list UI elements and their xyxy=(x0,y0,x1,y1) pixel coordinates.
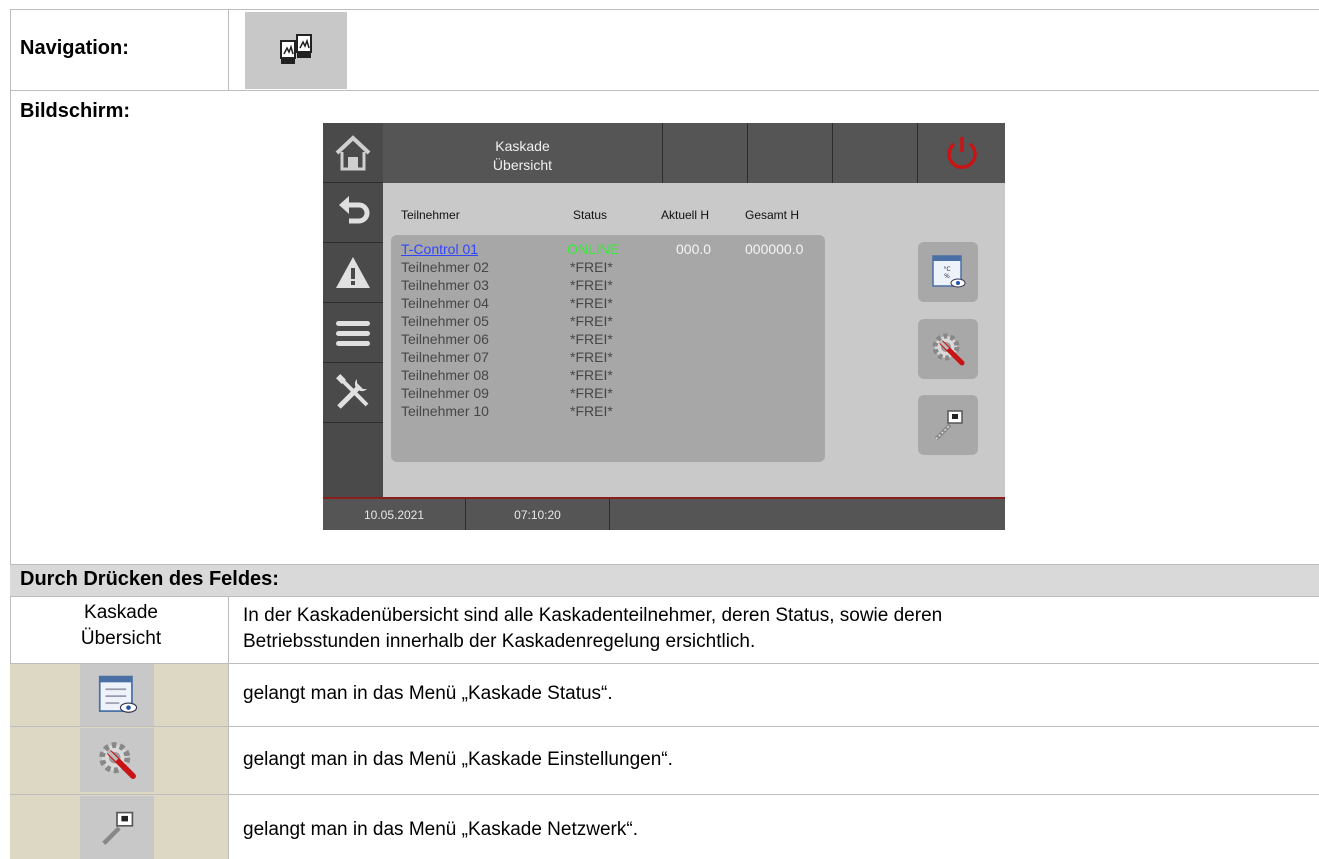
participant-total-hours: 000000.0 xyxy=(745,241,804,257)
participant-status: *FREI* xyxy=(570,259,613,275)
time-display: 07:10:20 xyxy=(466,499,610,530)
network-description: gelangt man in das Menü „Kaskade Netzwer… xyxy=(243,819,638,840)
column-header-participant: Teilnehmer xyxy=(401,208,460,222)
menu-button[interactable] xyxy=(323,303,383,363)
settings-tools-icon xyxy=(99,742,136,779)
power-button[interactable] xyxy=(918,123,1005,183)
status-view-icon: °C % xyxy=(932,255,966,288)
column-header-current: Aktuell H xyxy=(661,208,710,222)
network-icon xyxy=(934,410,963,441)
home-button[interactable] xyxy=(323,123,383,183)
table-border xyxy=(10,9,1319,10)
screen-title-button[interactable]: Kaskade Übersicht xyxy=(383,123,663,183)
back-button[interactable] xyxy=(323,183,383,243)
participant-name: Teilnehmer 09 xyxy=(401,385,489,401)
participant-current-hours: 000.0 xyxy=(676,241,712,257)
overview-description-line2: Betriebsstunden innerhalb der Kaskadenre… xyxy=(243,631,756,652)
participant-status: *FREI* xyxy=(570,403,613,419)
participant-row[interactable]: Teilnehmer 05 *FREI* xyxy=(391,313,825,330)
device-sidebar xyxy=(323,123,383,503)
participant-status: *FREI* xyxy=(570,313,613,329)
tools-icon xyxy=(336,373,369,409)
participant-list: T-Control 01 ONLINE 000.0 000000.0 Teiln… xyxy=(391,235,825,462)
menu-icon xyxy=(336,320,370,346)
device-screen: Kaskade Übersicht Teilnehmer Status Aktu… xyxy=(323,123,1005,530)
column-header-total: Gesamt H xyxy=(745,208,800,222)
participant-status: ONLINE xyxy=(567,241,620,257)
screen-title-line1: Kaskade xyxy=(495,138,550,154)
field-name-line1: Kaskade xyxy=(84,602,158,623)
navigation-label: Navigation: xyxy=(20,37,129,59)
network-button-reference xyxy=(80,796,154,859)
cascade-settings-button[interactable] xyxy=(918,319,978,379)
top-bar-empty-cell xyxy=(663,123,748,183)
alarm-button[interactable] xyxy=(323,243,383,303)
press-section-label: Durch Drücken des Feldes: xyxy=(20,568,279,590)
participant-status: *FREI* xyxy=(570,277,613,293)
participant-name: Teilnehmer 06 xyxy=(401,331,489,347)
participant-name: Teilnehmer 08 xyxy=(401,367,489,383)
cascade-network-button[interactable] xyxy=(918,395,978,455)
participant-status: *FREI* xyxy=(570,331,613,347)
participant-name: Teilnehmer 10 xyxy=(401,403,489,419)
screen-title-line2: Übersicht xyxy=(492,157,553,173)
screen-section-label: Bildschirm: xyxy=(20,100,131,122)
device-content: Teilnehmer Status Aktuell H Gesamt H T-C… xyxy=(383,183,1005,497)
participant-row[interactable]: Teilnehmer 07 *FREI* xyxy=(391,349,825,366)
tools-button[interactable] xyxy=(323,363,383,423)
home-icon xyxy=(335,134,371,170)
back-icon xyxy=(339,195,370,223)
field-name-line2: Übersicht xyxy=(80,628,162,649)
column-header-status: Status xyxy=(573,208,608,222)
settings-button-reference xyxy=(80,728,154,792)
overview-description: In der Kaskadenübersicht sind alle Kaska… xyxy=(243,603,942,655)
cascade-status-button[interactable]: °C % xyxy=(918,242,978,302)
participant-row[interactable]: Teilnehmer 04 *FREI* xyxy=(391,295,825,312)
warning-icon xyxy=(336,256,370,288)
participant-row[interactable]: Teilnehmer 06 *FREI* xyxy=(391,331,825,348)
participant-row[interactable]: Teilnehmer 08 *FREI* xyxy=(391,367,825,384)
participant-row[interactable]: Teilnehmer 02 *FREI* xyxy=(391,259,825,276)
participant-name: Teilnehmer 02 xyxy=(401,259,489,275)
status-button-reference xyxy=(80,664,154,726)
cascade-boilers-icon xyxy=(280,34,312,64)
status-view-icon xyxy=(98,675,138,713)
table-border xyxy=(228,9,229,91)
network-icon xyxy=(102,811,134,845)
top-bar-empty-cell xyxy=(748,123,833,183)
svg-text:°C: °C xyxy=(943,266,950,273)
table-border xyxy=(228,596,229,859)
power-icon xyxy=(946,137,977,169)
participant-name: Teilnehmer 03 xyxy=(401,277,489,293)
participant-row[interactable]: T-Control 01 ONLINE 000.0 000000.0 xyxy=(391,241,825,258)
top-bar-empty-cell xyxy=(833,123,918,183)
participant-status: *FREI* xyxy=(570,295,613,311)
navigation-icon-box xyxy=(245,12,347,89)
participant-name: Teilnehmer 04 xyxy=(401,295,489,311)
participant-status: *FREI* xyxy=(570,385,613,401)
status-description: gelangt man in das Menü „Kaskade Status“… xyxy=(243,683,613,704)
date-display: 10.05.2021 xyxy=(323,499,466,530)
device-status-bar: 10.05.2021 07:10:20 xyxy=(323,499,1005,530)
participant-name[interactable]: T-Control 01 xyxy=(401,241,478,257)
participant-row[interactable]: Teilnehmer 09 *FREI* xyxy=(391,385,825,402)
participant-status: *FREI* xyxy=(570,367,613,383)
participant-name: Teilnehmer 07 xyxy=(401,349,489,365)
participant-status: *FREI* xyxy=(570,349,613,365)
settings-description: gelangt man in das Menü „Kaskade Einstel… xyxy=(243,749,673,770)
svg-text:%: % xyxy=(944,273,950,280)
device-top-bar: Kaskade Übersicht xyxy=(383,123,1005,183)
participant-name: Teilnehmer 05 xyxy=(401,313,489,329)
field-name: Kaskade Übersicht xyxy=(60,600,182,652)
table-border xyxy=(10,90,1319,91)
table-border xyxy=(10,596,1319,597)
participant-row[interactable]: Teilnehmer 03 *FREI* xyxy=(391,277,825,294)
settings-tools-icon xyxy=(932,333,965,366)
overview-description-line1: In der Kaskadenübersicht sind alle Kaska… xyxy=(243,605,943,626)
participant-row[interactable]: Teilnehmer 10 *FREI* xyxy=(391,403,825,420)
